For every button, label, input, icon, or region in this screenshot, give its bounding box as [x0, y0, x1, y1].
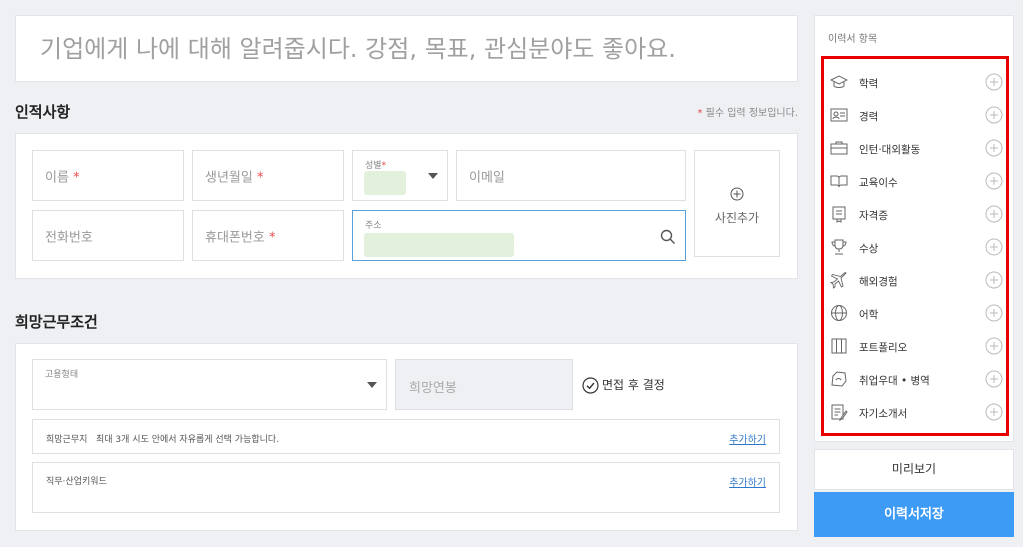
portfolio-icon [831, 338, 847, 354]
section-title-personal: 인적사항 [15, 103, 71, 121]
email-field[interactable]: 이메일 [456, 150, 686, 201]
sidebar-item-overseas[interactable]: 해외경험 [827, 264, 1005, 297]
id-card-icon [830, 108, 848, 122]
section-title-work: 희망근무조건 [15, 313, 98, 331]
gender-value [364, 171, 406, 195]
book-icon [830, 175, 848, 188]
decide-after-interview-checkbox[interactable]: 면접 후 결정 [582, 376, 665, 394]
sidebar-item-portfolio[interactable]: 포트폴리오 [827, 330, 1005, 363]
preview-button[interactable]: 미리보기 [814, 449, 1014, 490]
trophy-icon [831, 239, 847, 255]
mobile-field[interactable]: 휴대폰번호 * [192, 210, 344, 261]
plus-circle-icon [985, 106, 1003, 124]
sidebar-item-career[interactable]: 경력 [827, 99, 1005, 132]
keyword-row: 직무·산업키워드 추가하기 [32, 462, 780, 513]
salary-field[interactable]: 희망연봉 [395, 359, 573, 410]
required-note: * 필수 입력 정보입니다. [697, 108, 798, 119]
sidebar-item-language[interactable]: 어학 [827, 297, 1005, 330]
airplane-icon [830, 271, 847, 289]
sidebar-item-award[interactable]: 수상 [827, 231, 1005, 264]
sidebar-item-preference[interactable]: 취업우대 • 병역 [827, 363, 1005, 396]
photo-add-label: 사진추가 [714, 211, 760, 225]
preference-icon [831, 371, 847, 387]
plus-circle-icon [985, 370, 1003, 388]
phone-field[interactable]: 전화번호 [32, 210, 184, 261]
check-circle-icon [582, 377, 599, 394]
keyword-add-link[interactable]: 추가하기 [729, 474, 766, 489]
address-field[interactable]: 주소 [352, 210, 686, 261]
plus-circle-icon [985, 172, 1003, 190]
plus-circle-icon [985, 139, 1003, 157]
section-list: 학력 경력 인턴·대외활동 교육이수 자격증 수상 해외경험 어학 포트폴리오 … [821, 56, 1009, 436]
gender-select[interactable]: 성별* [352, 150, 448, 201]
save-resume-button[interactable]: 이력서저장 [814, 492, 1014, 537]
sidebar-item-intern[interactable]: 인턴·대외활동 [827, 132, 1005, 165]
plus-circle-icon [985, 73, 1003, 91]
plus-circle-icon [985, 271, 1003, 289]
intro-box[interactable] [15, 15, 798, 82]
sidebar-item-education[interactable]: 학력 [827, 66, 1005, 99]
panel-title: 이력서 항목 [828, 34, 878, 45]
intro-input[interactable] [16, 16, 797, 81]
employment-select[interactable]: 고용형태 [32, 359, 387, 410]
address-value [364, 233, 514, 257]
document-icon [831, 404, 848, 421]
chevron-down-icon [367, 382, 377, 388]
plus-circle-icon [985, 304, 1003, 322]
sidebar-item-training[interactable]: 교육이수 [827, 165, 1005, 198]
plus-circle-icon [985, 403, 1003, 421]
plus-circle-icon [730, 187, 744, 201]
name-field[interactable]: 이름 * [32, 150, 184, 201]
plus-circle-icon [985, 337, 1003, 355]
plus-circle-icon [985, 205, 1003, 223]
photo-add-button[interactable]: 사진추가 [694, 150, 780, 257]
resume-sections-panel: 이력서 항목 학력 경력 인턴·대외활동 교육이수 자격증 수상 해외경험 어학… [814, 15, 1014, 442]
location-row: 희망근무지 최대 3개 시도 안에서 자유롭게 선택 가능합니다. 추가하기 [32, 419, 780, 454]
sidebar-item-cover-letter[interactable]: 자기소개서 [827, 396, 1005, 429]
plus-circle-icon [985, 238, 1003, 256]
location-add-link[interactable]: 추가하기 [729, 431, 766, 446]
search-icon[interactable] [660, 229, 676, 245]
graduation-cap-icon [830, 75, 848, 88]
birth-field[interactable]: 생년월일 * [192, 150, 344, 201]
briefcase-icon [830, 141, 848, 155]
globe-icon [831, 305, 847, 321]
chevron-down-icon [428, 173, 438, 179]
sidebar-item-certificate[interactable]: 자격증 [827, 198, 1005, 231]
certificate-icon [832, 206, 846, 223]
